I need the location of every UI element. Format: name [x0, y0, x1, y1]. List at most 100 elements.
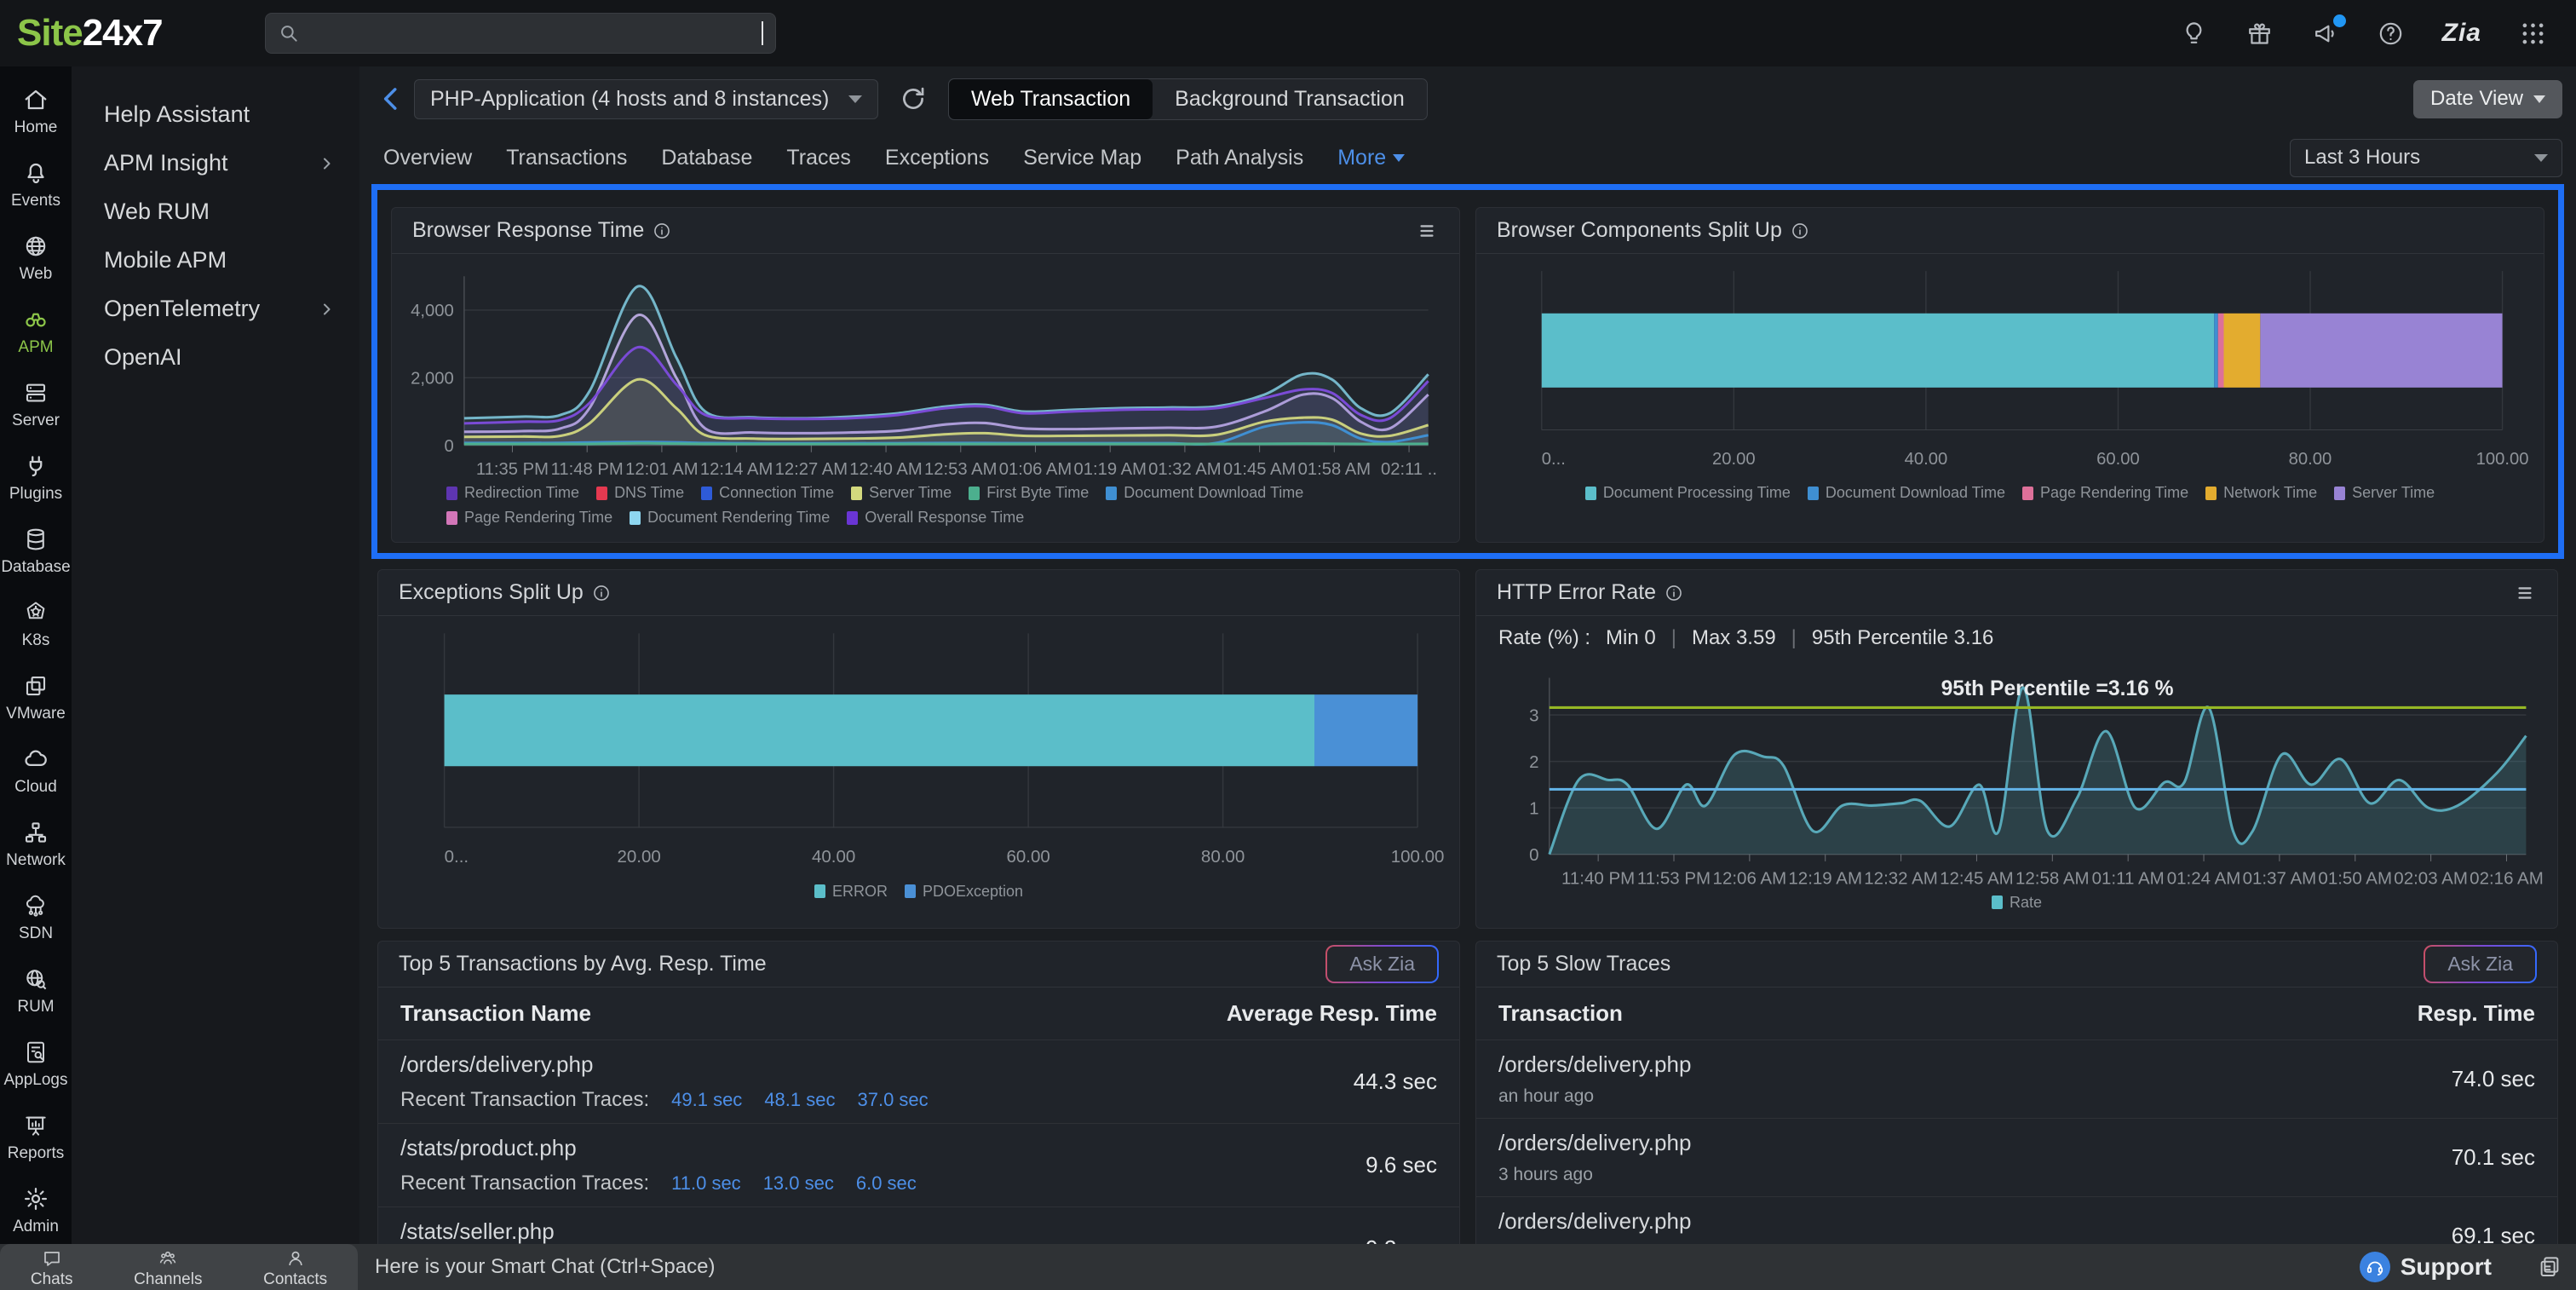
menu-item-web-rum[interactable]: Web RUM — [72, 187, 359, 236]
binoculars-icon — [23, 307, 49, 332]
legend-item[interactable]: Rate — [1992, 894, 2042, 912]
legend-item[interactable]: Document Rendering Time — [630, 509, 830, 527]
svg-text:01:24 AM: 01:24 AM — [2167, 869, 2241, 889]
whats-new-button[interactable] — [2245, 20, 2274, 48]
menu-item-apm-insight[interactable]: APM Insight — [72, 139, 359, 187]
tab-path-analysis[interactable]: Path Analysis — [1176, 146, 1303, 170]
ask-zia-button[interactable]: Ask Zia — [1325, 945, 1439, 983]
trace-link[interactable]: 6.0 sec — [856, 1172, 917, 1195]
zia-button[interactable]: Zia — [2442, 19, 2481, 48]
gear-icon — [23, 1186, 49, 1212]
sidebar-item-cloud[interactable]: Cloud — [0, 734, 72, 808]
notes-button[interactable] — [2537, 1254, 2562, 1280]
tab-more[interactable]: More — [1337, 146, 1405, 170]
trace-link[interactable]: 13.0 sec — [763, 1172, 834, 1195]
time-range-dropdown[interactable]: Last 3 Hours — [2290, 139, 2562, 177]
apps-button[interactable] — [2519, 20, 2547, 48]
svg-text:12:58 AM: 12:58 AM — [2015, 869, 2090, 889]
svg-text:0: 0 — [444, 437, 453, 456]
sidebar-item-reports[interactable]: Reports — [0, 1101, 72, 1174]
info-icon[interactable] — [653, 222, 671, 240]
legend-item[interactable]: First Byte Time — [969, 484, 1089, 502]
legend-item[interactable]: Overall Response Time — [847, 509, 1024, 527]
date-view-button[interactable]: Date View — [2413, 80, 2562, 118]
channels-button[interactable]: Channels — [134, 1245, 202, 1289]
legend-item[interactable]: Document Download Time — [1106, 484, 1303, 502]
announcements-button[interactable] — [2311, 20, 2339, 48]
menu-item-mobile-apm[interactable]: Mobile APM — [72, 236, 359, 285]
contacts-button[interactable]: Contacts — [263, 1245, 327, 1289]
legend-item[interactable]: Page Rendering Time — [446, 509, 612, 527]
menu-item-opentelemetry[interactable]: OpenTelemetry — [72, 285, 359, 333]
info-icon[interactable] — [592, 584, 611, 602]
tab-traces[interactable]: Traces — [786, 146, 850, 170]
info-icon[interactable] — [1791, 222, 1809, 240]
vmware-icon — [23, 673, 49, 699]
table-row[interactable]: /orders/delivery.php 3 hours ago 70.1 se… — [1476, 1118, 2557, 1196]
info-icon[interactable] — [1665, 584, 1683, 602]
sidebar-item-web[interactable]: Web — [0, 222, 72, 295]
legend-item[interactable]: Page Rendering Time — [2022, 484, 2188, 502]
sidebar-item-server[interactable]: Server — [0, 368, 72, 441]
legend-item[interactable]: Redirection Time — [446, 484, 579, 502]
trace-link[interactable]: 37.0 sec — [857, 1089, 928, 1111]
tab-background-transaction[interactable]: Background Transaction — [1153, 79, 1427, 119]
tab-database[interactable]: Database — [661, 146, 752, 170]
tab-web-transaction[interactable]: Web Transaction — [949, 79, 1153, 119]
sidebar-item-sdn[interactable]: SDN — [0, 881, 72, 954]
trace-link[interactable]: 11.0 sec — [671, 1172, 741, 1195]
global-search[interactable] — [265, 13, 776, 54]
tab-transactions[interactable]: Transactions — [506, 146, 627, 170]
site24x7-logo[interactable]: Site24x7 — [17, 12, 163, 55]
legend-item[interactable]: Connection Time — [701, 484, 834, 502]
chart-menu-icon[interactable] — [1415, 219, 1439, 243]
legend-item[interactable]: Server Time — [851, 484, 952, 502]
table-row[interactable]: /stats/product.php Recent Transaction Tr… — [378, 1123, 1459, 1206]
sidebar-item-admin[interactable]: Admin — [0, 1174, 72, 1247]
search-input[interactable] — [308, 21, 1230, 45]
sidebar-item-vmware[interactable]: VMware — [0, 661, 72, 734]
monitor-dropdown[interactable]: PHP-Application (4 hosts and 8 instances… — [414, 79, 878, 119]
legend-item[interactable]: Server Time — [2334, 484, 2435, 502]
sidebar-item-network[interactable]: Network — [0, 808, 72, 881]
smart-chat-prompt[interactable]: Here is your Smart Chat (Ctrl+Space) — [375, 1244, 715, 1290]
legend-item[interactable]: DNS Time — [596, 484, 684, 502]
menu-item-help-assistant[interactable]: Help Assistant — [72, 90, 359, 139]
legend-item[interactable]: Network Time — [2205, 484, 2317, 502]
legend-item[interactable]: Document Download Time — [1808, 484, 2005, 502]
tab-overview[interactable]: Overview — [383, 146, 472, 170]
sidebar-item-database[interactable]: Database — [0, 515, 72, 588]
legend-item[interactable]: Document Processing Time — [1585, 484, 1791, 502]
tab-exceptions[interactable]: Exceptions — [885, 146, 989, 170]
back-arrow-icon[interactable] — [375, 83, 407, 115]
svg-text:11:48 PM: 11:48 PM — [551, 460, 624, 479]
svg-text:60.00: 60.00 — [2096, 450, 2140, 469]
help-button[interactable] — [2377, 20, 2405, 48]
support-button[interactable]: Support — [2360, 1252, 2492, 1282]
ask-zia-button[interactable]: Ask Zia — [2424, 945, 2537, 983]
sidebar-item-rum[interactable]: RUM — [0, 954, 72, 1028]
sidebar-item-applogs[interactable]: AppLogs — [0, 1028, 72, 1101]
menu-item-openai[interactable]: OpenAI — [72, 333, 359, 382]
legend-item[interactable]: PDOException — [905, 883, 1023, 901]
tab-service-map[interactable]: Service Map — [1023, 146, 1141, 170]
sidebar-item-home[interactable]: Home — [0, 75, 72, 148]
chart-menu-icon[interactable] — [2513, 581, 2537, 605]
smart-chat-bar: Chats Channels Contacts Here is your Sma… — [0, 1244, 2576, 1290]
http-error-rate-chart[interactable]: 012311:40 PM11:53 PM12:06 AM12:19 AM12:3… — [1476, 655, 2557, 899]
sidebar-item-k8s[interactable]: K8s — [0, 588, 72, 661]
trace-link[interactable]: 48.1 sec — [764, 1089, 835, 1111]
table-row[interactable]: /orders/delivery.php an hour ago 74.0 se… — [1476, 1039, 2557, 1118]
browser-components-chart[interactable]: 0...20.0040.0060.0080.00100.00 — [1476, 254, 2544, 489]
chats-button[interactable]: Chats — [31, 1245, 73, 1289]
trace-link[interactable]: 49.1 sec — [671, 1089, 742, 1111]
browser-response-time-chart[interactable]: 02,0004,00011:35 PM11:48 PM12:01 AM12:14… — [392, 254, 1459, 489]
exceptions-chart[interactable]: 0...20.0040.0060.0080.00100.00 — [378, 616, 1459, 888]
ideas-button[interactable] — [2180, 20, 2208, 48]
sidebar-item-plugins[interactable]: Plugins — [0, 441, 72, 515]
table-row[interactable]: /orders/delivery.php Recent Transaction … — [378, 1039, 1459, 1123]
sidebar-item-apm[interactable]: APM — [0, 295, 72, 368]
sidebar-item-events[interactable]: Events — [0, 148, 72, 222]
refresh-icon[interactable] — [899, 84, 928, 113]
legend-item[interactable]: ERROR — [814, 883, 888, 901]
